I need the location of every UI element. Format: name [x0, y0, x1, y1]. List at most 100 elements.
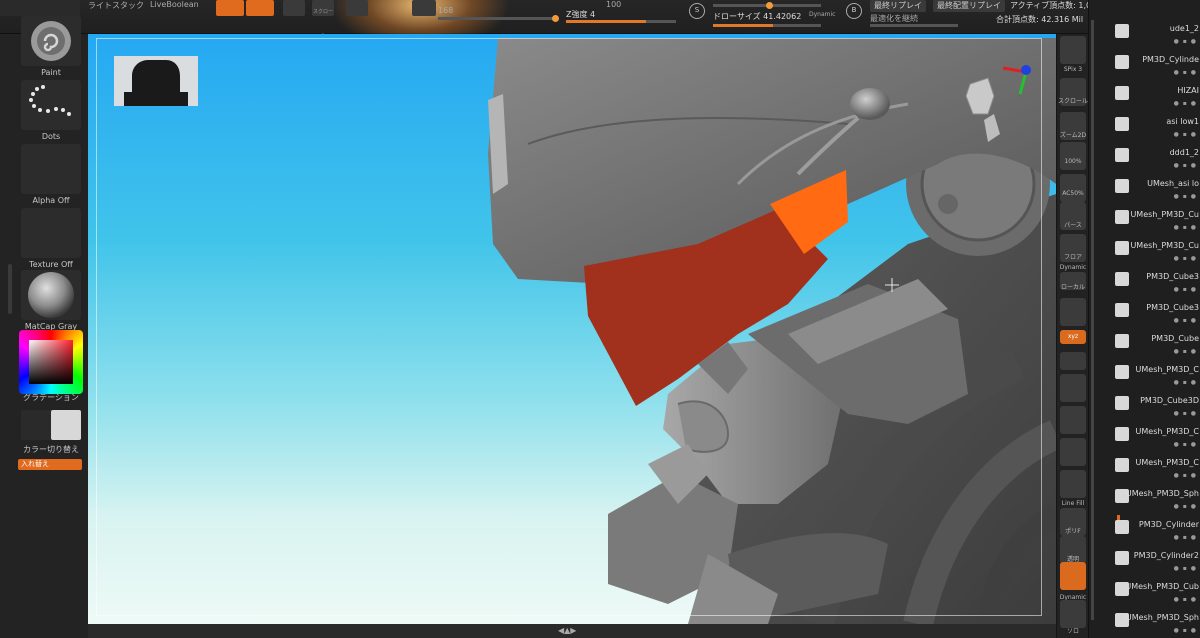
subtool-row[interactable]: UMesh_PM3D_C ● ▪ ● — [1103, 363, 1200, 394]
rgb-slider-knob[interactable] — [552, 15, 559, 22]
subtool-row[interactable]: PM3D_Cylinder ● ▪ ● — [1103, 518, 1200, 549]
material-selector[interactable]: MatCap Gray — [21, 270, 81, 331]
texture-thumb[interactable] — [21, 208, 81, 258]
subtool-row[interactable]: UMesh_PM3D_Cub ● ▪ ● — [1103, 580, 1200, 611]
subtool-thumbnail — [1115, 241, 1129, 255]
navigation-minimap[interactable] — [114, 56, 198, 106]
material-thumb[interactable] — [21, 270, 81, 320]
live-boolean-label[interactable]: LiveBoolean — [150, 0, 199, 9]
subtool-row[interactable]: UMesh_PM3D_Sph ● ▪ ● — [1103, 611, 1200, 638]
brush-selector[interactable]: Paint — [21, 16, 81, 77]
subtool-thumbnail — [1115, 55, 1129, 69]
color-wheel[interactable] — [19, 330, 83, 394]
alpha-selector[interactable]: Alpha Off — [21, 144, 81, 205]
saturation-square[interactable] — [29, 340, 73, 384]
rgb-intensity-slider[interactable] — [438, 17, 558, 20]
draw-size-fill — [713, 24, 773, 27]
floor-label: フロア — [1063, 254, 1082, 261]
subtool-visibility-icons[interactable]: ● ▪ ● — [1174, 596, 1197, 603]
subtool-thumbnail — [1115, 520, 1129, 534]
xyz-button[interactable]: xyz — [1060, 330, 1086, 344]
secondary-color-swatch[interactable] — [21, 410, 51, 440]
subtool-visibility-icons[interactable]: ● ▪ ● — [1174, 379, 1197, 386]
draw-size-icon[interactable]: S — [689, 3, 705, 19]
subtool-visibility-icons[interactable]: ● ▪ ● — [1174, 162, 1197, 169]
frame-button[interactable] — [1060, 374, 1086, 402]
subtool-visibility-icons[interactable]: ● ▪ ● — [1174, 410, 1197, 417]
subtool-row[interactable]: UMesh_asi lo ● ▪ ● — [1103, 177, 1200, 208]
material-button[interactable] — [412, 0, 436, 16]
subtool-row[interactable]: ude1_2 ● ▪ ● — [1103, 22, 1200, 53]
scale-button[interactable]: スクロール — [312, 0, 334, 39]
upper-slider-knob[interactable] — [766, 2, 773, 9]
history-slider[interactable] — [870, 24, 958, 27]
texture-selector[interactable]: Texture Off — [21, 208, 81, 269]
subtool-visibility-icons[interactable]: ● ▪ ● — [1174, 627, 1197, 634]
subtool-visibility-icons[interactable]: ● ▪ ● — [1174, 224, 1197, 231]
bpr-button[interactable] — [1060, 36, 1086, 64]
move-view-button[interactable] — [1060, 406, 1086, 434]
subtool-visibility-icons[interactable]: ● ▪ ● — [1174, 193, 1197, 200]
focal-shift-icon[interactable]: B — [846, 3, 862, 19]
subtool-row[interactable]: UMesh_PM3D_Cu ● ▪ ● — [1103, 239, 1200, 270]
dots-stroke-thumb[interactable] — [21, 80, 81, 130]
alpha-thumb[interactable] — [21, 144, 81, 194]
rotate-y-button[interactable] — [1060, 352, 1086, 370]
mirror-replay-label[interactable]: 最終配置リプレイ — [933, 0, 1005, 12]
subtool-row[interactable]: PM3D_Cylinde ● ▪ ● — [1103, 53, 1200, 84]
solo-toggle-button[interactable] — [1060, 600, 1086, 628]
zoom3d-button[interactable] — [1060, 438, 1086, 466]
subtool-row[interactable]: PM3D_Cube3 ● ▪ ● — [1103, 301, 1200, 332]
solo-button[interactable] — [1060, 562, 1086, 590]
subtool-visibility-icons[interactable]: ● ▪ ● — [1174, 441, 1197, 448]
subtool-visibility-icons[interactable]: ● ▪ ● — [1174, 348, 1197, 355]
subtool-scrollbar[interactable] — [1091, 20, 1094, 620]
color-picker[interactable]: グラデーション — [19, 330, 83, 403]
subtool-row[interactable]: asi low1 ● ▪ ● — [1103, 115, 1200, 146]
subtool-row[interactable]: UMesh_PM3D_Cu ● ▪ ● — [1103, 208, 1200, 239]
rotate-view-button[interactable] — [1060, 470, 1086, 498]
subtool-row[interactable]: UMesh_PM3D_C ● ▪ ● — [1103, 456, 1200, 487]
left-panel-scroll-handle[interactable] — [8, 264, 12, 314]
edit-mode-button[interactable] — [216, 0, 244, 16]
subtool-thumbnail — [1115, 551, 1129, 565]
dynamic-label[interactable]: Dynamic — [809, 11, 835, 18]
subtool-visibility-icons[interactable]: ● ▪ ● — [1174, 69, 1197, 76]
subtool-row[interactable]: PM3D_Cube3 ● ▪ ● — [1103, 270, 1200, 301]
lock-button[interactable] — [1060, 298, 1086, 326]
subtool-visibility-icons[interactable]: ● ▪ ● — [1174, 255, 1197, 262]
subtool-row[interactable]: ddd1_2 ● ▪ ● — [1103, 146, 1200, 177]
draw-size-label: ドローサイズ 41.42062 — [713, 12, 802, 21]
subtool-visibility-icons[interactable]: ● ▪ ● — [1174, 534, 1197, 541]
subtool-visibility-icons[interactable]: ● ▪ ● — [1174, 565, 1197, 572]
subtool-visibility-icons[interactable]: ● ▪ ● — [1174, 100, 1197, 107]
paint-brush-thumb[interactable] — [21, 16, 81, 66]
replay-button[interactable]: 最終リプレイ — [870, 0, 926, 12]
menu-strip[interactable] — [0, 0, 80, 16]
move-button[interactable] — [283, 0, 305, 16]
subtool-row[interactable]: HIZAI ● ▪ ● — [1103, 84, 1200, 115]
subtool-visibility-icons[interactable]: ● ▪ ● — [1174, 472, 1197, 479]
draw-mode-button[interactable] — [246, 0, 274, 16]
main-color-swatch[interactable] — [51, 410, 81, 440]
expand-arrow-icon[interactable]: ◀▲▶ — [558, 626, 576, 635]
actual-size-button[interactable] — [1060, 142, 1086, 170]
canvas-viewport[interactable] — [88, 34, 1056, 624]
subtool-visibility-icons[interactable]: ● ▪ ● — [1174, 503, 1197, 510]
subtool-row[interactable]: UMesh_PM3D_C ● ▪ ● — [1103, 425, 1200, 456]
subtool-row[interactable]: PM3D_Cube ● ▪ ● — [1103, 332, 1200, 363]
subtool-row[interactable]: PM3D_Cube3D ● ▪ ● — [1103, 394, 1200, 425]
stroke-selector[interactable]: Dots — [21, 80, 81, 141]
subtool-thumbnail — [1115, 210, 1129, 224]
alpha-off-label: Alpha Off — [32, 196, 70, 205]
swap-button[interactable]: 入れ替え — [18, 459, 82, 470]
ac50-button[interactable] — [1060, 174, 1086, 202]
subtool-row[interactable]: UMesh_PM3D_Sph ● ▪ ● — [1103, 487, 1200, 518]
dynamic-label[interactable]: Dynamic — [1057, 264, 1089, 271]
subtool-visibility-icons[interactable]: ● ▪ ● — [1174, 317, 1197, 324]
subtool-visibility-icons[interactable]: ● ▪ ● — [1174, 131, 1197, 138]
subtool-row[interactable]: PM3D_Cylinder2 ● ▪ ● — [1103, 549, 1200, 580]
rotate-button[interactable] — [346, 0, 368, 16]
subtool-visibility-icons[interactable]: ● ▪ ● — [1174, 286, 1197, 293]
subtool-visibility-icons[interactable]: ● ▪ ● — [1174, 38, 1197, 45]
